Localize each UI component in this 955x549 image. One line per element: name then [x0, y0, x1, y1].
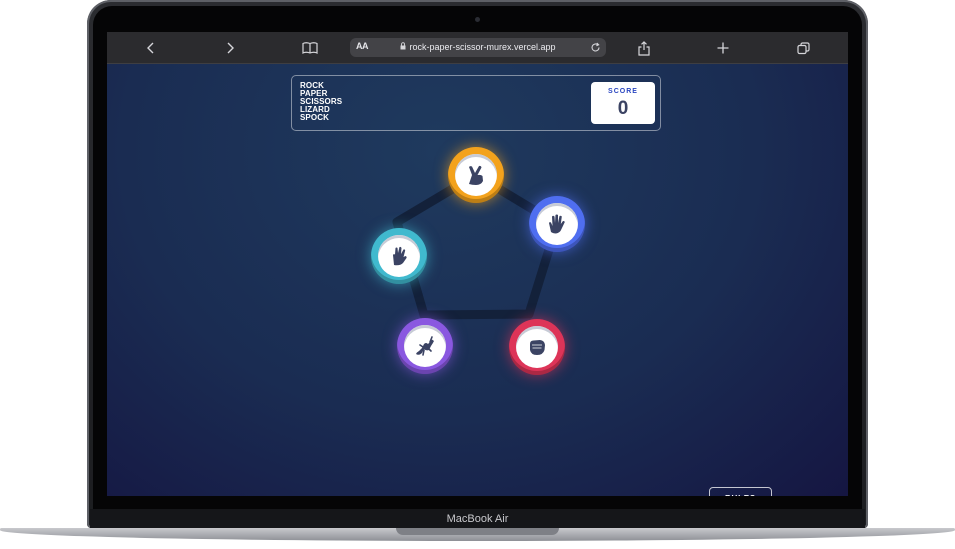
- scissors-icon: [455, 154, 497, 196]
- paper-button[interactable]: [529, 196, 585, 252]
- bookmarks-icon[interactable]: [300, 38, 320, 58]
- url-field[interactable]: rock-paper-scissor-murex.vercel.app: [350, 42, 606, 52]
- screen: AA rock-paper-scissor-murex.vercel.app R…: [107, 32, 848, 496]
- spock-icon: [378, 235, 420, 277]
- device-label: MacBook Air: [446, 513, 509, 525]
- rock-icon: [516, 326, 558, 368]
- pentagon-background: [392, 170, 562, 320]
- address-bar[interactable]: AA rock-paper-scissor-murex.vercel.app: [350, 38, 606, 57]
- laptop-notch: [396, 528, 559, 535]
- reload-icon[interactable]: [588, 40, 602, 54]
- camera-icon: [475, 17, 480, 22]
- browser-toolbar: AA rock-paper-scissor-murex.vercel.app: [107, 32, 848, 64]
- game-page: ROCK PAPER SCISSORS LIZARD SPOCK SCORE 0: [107, 64, 848, 496]
- scissors-button[interactable]: [448, 147, 504, 203]
- new-tab-icon[interactable]: [713, 38, 733, 58]
- rules-button[interactable]: RULES: [709, 487, 772, 496]
- tabs-icon[interactable]: [793, 38, 813, 58]
- spock-button[interactable]: [371, 228, 427, 284]
- rock-button[interactable]: [509, 319, 565, 375]
- paper-icon: [536, 203, 578, 245]
- lizard-button[interactable]: [397, 318, 453, 374]
- share-icon[interactable]: [634, 38, 654, 58]
- lock-icon: [400, 42, 406, 52]
- back-icon[interactable]: [141, 38, 161, 58]
- url-text: rock-paper-scissor-murex.vercel.app: [409, 42, 556, 52]
- lizard-icon: [404, 325, 446, 367]
- forward-icon[interactable]: [220, 38, 240, 58]
- laptop-chin: MacBook Air: [90, 509, 865, 529]
